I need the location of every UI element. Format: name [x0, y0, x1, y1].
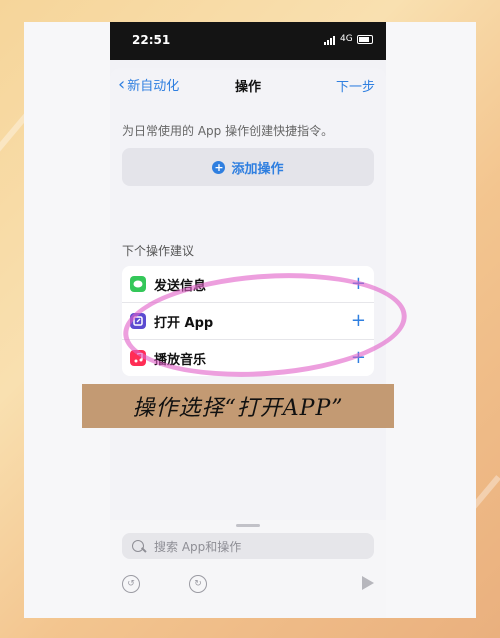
status-bar: 22:51 4G: [110, 22, 386, 60]
messages-icon: [130, 276, 146, 292]
hint-text: 为日常使用的 App 操作创建快捷指令。: [122, 124, 334, 138]
search-field[interactable]: 搜索 App和操作: [122, 533, 374, 559]
search-placeholder: 搜索 App和操作: [154, 539, 242, 554]
search-icon: [132, 540, 144, 552]
nav-bar: ‹ 新自动化 操作 下一步: [110, 68, 386, 98]
suggestions-header: 下个操作建议: [122, 244, 195, 258]
undo-icon[interactable]: ↺: [122, 575, 140, 593]
caption-banner: 操作选择“打开APP”: [82, 384, 394, 428]
status-time: 22:51: [132, 33, 171, 47]
battery-icon: [357, 35, 373, 44]
network-type: 4G: [340, 34, 353, 44]
next-button[interactable]: 下一步: [336, 76, 375, 95]
add-action-label: 添加操作: [231, 161, 284, 177]
redo-icon[interactable]: ↻: [189, 575, 207, 593]
drag-handle[interactable]: [236, 524, 260, 527]
bottom-panel: 搜索 App和操作 ↺ ↻: [110, 520, 386, 618]
plus-circle-icon: +: [212, 160, 226, 174]
play-icon[interactable]: [362, 576, 374, 590]
add-action-button[interactable]: + 添加操作: [122, 148, 374, 186]
signal-icon: [324, 36, 335, 45]
